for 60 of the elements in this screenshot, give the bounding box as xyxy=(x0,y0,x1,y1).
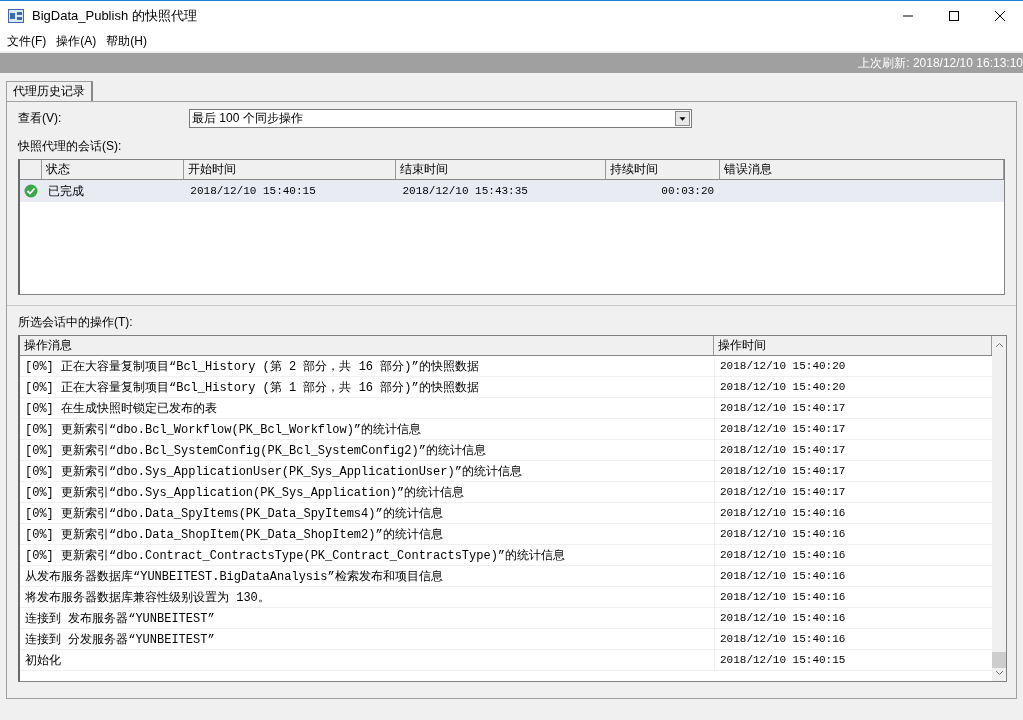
table-cell: 2018/12/10 15:40:17 xyxy=(720,444,846,456)
table-cell: 2018/12/10 15:40:17 xyxy=(720,423,846,435)
check-icon xyxy=(23,184,38,198)
scroll-up-icon[interactable] xyxy=(994,342,1004,348)
column-header[interactable]: 状态 xyxy=(41,160,185,179)
table-cell: 从发布服务器数据库“YUNBEITEST.BigDataAnalysis”检索发布和项目信息 xyxy=(25,569,443,584)
table-cell: 2018/12/10 15:40:16 xyxy=(720,570,846,582)
table-cell: 2018/12/10 15:40:16 xyxy=(720,633,846,645)
view-label: 查看(V): xyxy=(18,109,63,127)
column-header[interactable]: 操作消息 xyxy=(20,336,714,355)
menu-item[interactable]: 帮助(H) xyxy=(101,32,152,50)
table-cell: 连接到 分发服务器“YUNBEITEST” xyxy=(25,632,215,647)
view-dropdown[interactable]: 最后 100 个同步操作 xyxy=(189,108,692,128)
table-cell: [0%] 正在大容量复制项目“Bcl_History (第 2 部分，共 16 部分)”的快照数据 xyxy=(25,359,479,374)
table-cell: 2018/12/10 15:40:17 xyxy=(720,465,846,477)
table-cell: [0%] 更新索引“dbo.Bcl_Workflow(PK_Bcl_Workflow)”的统计信息 xyxy=(25,422,422,437)
menu-item[interactable]: 操作(A) xyxy=(51,32,102,50)
table-cell: [0%] 更新索引“dbo.Data_ShopItem(PK_Data_ShopItem2)”的统计信息 xyxy=(25,527,443,542)
window-title: BigData_Publish 的快照代理 xyxy=(32,7,197,25)
maximize-icon xyxy=(949,11,959,21)
table-cell: 连接到 发布服务器“YUNBEITEST” xyxy=(25,611,215,626)
table-cell: [0%] 更新索引“dbo.Data_SpyItems(PK_Data_SpyItems4)”的统计信息 xyxy=(25,506,443,521)
table-cell-text: 2018/12/10 15:43:35 xyxy=(401,185,529,197)
operations-label: 所选会话中的操作(T): xyxy=(18,315,133,329)
table-cell: [0%] 正在大容量复制项目“Bcl_History (第 1 部分，共 16 部分)”的快照数据 xyxy=(25,380,479,395)
table-cell: [0%] 更新索引“dbo.Contract_ContractsType(PK_Contract_ContractsType)”的统计信息 xyxy=(25,548,566,563)
table-cell: [0%] 更新索引“dbo.Sys_ApplicationUser(PK_Sys_ApplicationUser)”的统计信息 xyxy=(25,464,522,479)
table-cell: 2018/12/10 15:40:16 xyxy=(720,612,846,624)
menu-item[interactable]: 文件(F) xyxy=(2,32,52,50)
table-cell: [0%] 在生成快照时锁定已发布的表 xyxy=(25,401,217,416)
refresh-status: 上次刷新: 2018/12/10 16:13:10 xyxy=(858,54,1023,72)
column-header[interactable]: 结束时间 xyxy=(396,160,606,179)
session-row[interactable]: 已完成 2018/12/10 15:40:15 2018/12/10 15:43:35 00:03:20 xyxy=(20,180,1004,202)
table-cell: 2018/12/10 15:40:17 xyxy=(720,402,846,414)
table-cell-text: 00:03:20 xyxy=(660,185,716,197)
table-cell: 2018/12/10 15:40:20 xyxy=(720,360,846,372)
table-cell: 2018/12/10 15:40:16 xyxy=(720,507,846,519)
table-cell: 2018/12/10 15:40:17 xyxy=(720,486,846,498)
sessions-label: 快照代理的会话(S): xyxy=(18,139,122,153)
table-cell: 初始化 xyxy=(25,653,61,668)
table-cell-text: 已完成 xyxy=(46,182,85,200)
column-header[interactable] xyxy=(20,160,42,179)
column-header[interactable]: 持续时间 xyxy=(605,160,721,179)
tab[interactable]: 代理历史记录 xyxy=(6,81,93,101)
column-header[interactable]: 操作时间 xyxy=(714,336,992,355)
column-header[interactable]: 开始时间 xyxy=(184,160,397,179)
table-cell: 2018/12/10 15:40:16 xyxy=(720,528,846,540)
table-cell: 2018/12/10 15:40:16 xyxy=(720,549,846,561)
column-header[interactable]: 错误消息 xyxy=(720,160,1004,179)
scrollbar-thumb[interactable] xyxy=(992,652,1006,668)
table-cell: [0%] 更新索引“dbo.Bcl_SystemConfig(PK_Bcl_SystemConfig2)”的统计信息 xyxy=(25,443,486,458)
app-icon xyxy=(8,9,24,23)
table-cell: 2018/12/10 15:40:16 xyxy=(720,591,846,603)
table-cell: 2018/12/10 15:40:15 xyxy=(720,654,846,666)
scroll-down-icon[interactable] xyxy=(994,670,1004,676)
table-cell-text: 2018/12/10 15:40:15 xyxy=(189,185,317,197)
table-cell: 将发布服务器数据库兼容性级别设置为 130。 xyxy=(25,590,270,605)
table-cell: 2018/12/10 15:40:20 xyxy=(720,381,846,393)
table-cell: [0%] 更新索引“dbo.Sys_Application(PK_Sys_Application)”的统计信息 xyxy=(25,485,465,500)
close-icon xyxy=(995,11,1005,21)
